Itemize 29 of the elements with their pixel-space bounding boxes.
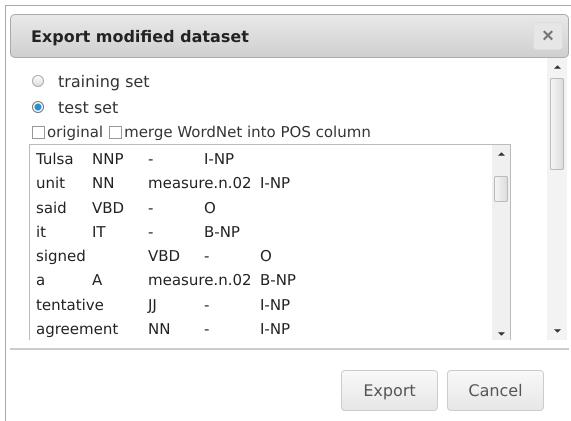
output-line: Tulsa NNP - I-NP [36, 149, 236, 170]
dialog-scrollbar[interactable] [547, 58, 567, 340]
scroll-thumb[interactable] [550, 78, 564, 170]
text-scrollbar[interactable] [492, 145, 510, 340]
scroll-down-icon[interactable] [496, 331, 506, 337]
checkbox[interactable] [109, 126, 122, 138]
cancel-button[interactable]: Cancel [447, 370, 544, 411]
output-text-area[interactable]: Tulsa NNP - I-NP unit NN measure.n.02 I-NP said VBD - O it IT - B-NP signed VBD - O a A measure.n.02 B-NP tentative JJ - I-NP agreement NN - I-NP [29, 144, 511, 340]
output-line: a A measure.n.02 B-NP [36, 270, 297, 292]
scroll-up-icon[interactable] [496, 151, 506, 157]
output-line: said VBD - O [36, 198, 217, 219]
dialog-title: Export modified dataset [31, 26, 249, 46]
radio-button[interactable] [32, 101, 44, 113]
radio-label: test set [58, 98, 118, 116]
checkbox-label: merge WordNet into POS column [124, 123, 371, 141]
output-line: it IT - B-NP [36, 222, 241, 243]
radio-label: training set [58, 72, 150, 90]
output-line: unit NN measure.n.02 I-NP [36, 173, 292, 194]
radio-button[interactable] [32, 75, 44, 87]
output-line: tentative JJ - I-NP [36, 294, 292, 316]
scroll-thumb[interactable] [494, 176, 508, 202]
close-button[interactable]: × [533, 22, 563, 50]
scroll-down-icon[interactable] [552, 328, 562, 334]
output-line: agreement NN - I-NP [36, 319, 292, 340]
checkbox[interactable] [32, 126, 45, 138]
output-line: signed VBD - O [36, 246, 273, 268]
scroll-up-icon[interactable] [552, 64, 562, 70]
export-button[interactable]: Export [341, 370, 438, 411]
checkbox-label: original [47, 123, 104, 141]
